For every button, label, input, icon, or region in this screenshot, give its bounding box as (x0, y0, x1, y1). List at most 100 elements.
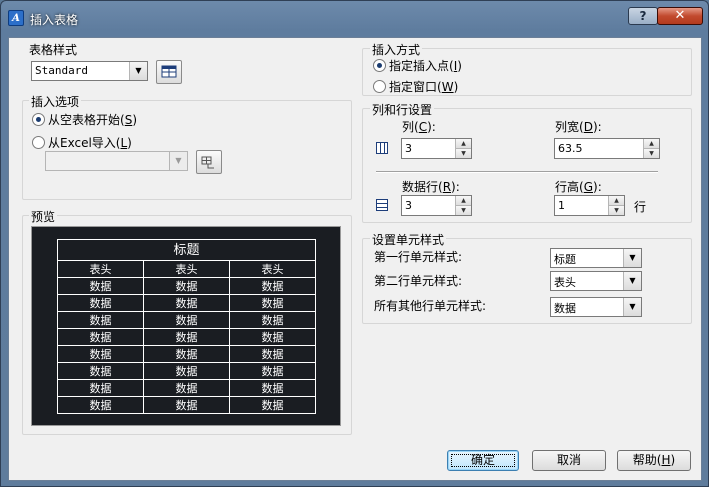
table-style-dialog-button[interactable] (156, 60, 182, 84)
spin-up-icon[interactable]: ▲ (455, 196, 471, 206)
preview-data-cell: 数据 (57, 294, 144, 312)
columns-label: 列 (402, 120, 415, 134)
preview-data-row: 数据 数据 数据 (57, 277, 316, 295)
spin-up-icon[interactable]: ▲ (643, 139, 659, 149)
window-title: 插入表格 (30, 13, 79, 27)
table-preview: 标题 表头 表头 表头 数据 数据 数据 数据 数据 数据 数据 数据 数据 数据 数据 数据 … (31, 226, 341, 426)
spin-down-icon[interactable]: ▼ (455, 206, 471, 215)
preview-data-cell: 数据 (143, 362, 230, 380)
preview-data-cell: 数据 (143, 294, 230, 312)
second-row-style-label: 第二行单元样式: (374, 274, 463, 288)
spin-down-icon[interactable]: ▼ (643, 149, 659, 158)
preview-data-cell: 数据 (229, 396, 316, 414)
radio-insert-point-label: 指定插入点 (389, 59, 450, 73)
table-style-label: 表格样式 (29, 43, 78, 57)
help-title-button[interactable]: ? (628, 7, 658, 25)
preview-data-row: 数据 数据 数据 (57, 345, 316, 363)
chevron-down-icon: ▼ (623, 298, 641, 316)
preview-data-cell: 数据 (229, 345, 316, 363)
radio-empty-table-indicator[interactable] (32, 113, 45, 126)
preview-data-cell: 数据 (57, 328, 144, 346)
radio-insert-window-key: W (441, 80, 454, 94)
radio-insert-point-key: I (453, 59, 458, 73)
row-height-label: 行高 (555, 180, 580, 194)
title-bar[interactable]: A 插入表格 ? ✕ (1, 1, 708, 37)
column-width-key: D (583, 120, 593, 134)
radio-from-excel-label: 从Excel导入 (48, 136, 116, 150)
help-button[interactable]: 帮助(H) (617, 450, 691, 471)
preview-data-cell: 数据 (57, 311, 144, 329)
spin-up-icon[interactable]: ▲ (608, 196, 624, 206)
row-height-spinner[interactable]: 1 ▲ ▼ (554, 195, 625, 216)
dialog-client: 表格样式 Standard ▼ 插入选项 从空表格开始(S) 从Excel导入(… (8, 37, 702, 481)
preview-data-cell: 数据 (57, 277, 144, 295)
preview-data-cell: 数据 (143, 379, 230, 397)
preview-title-cell: 标题 (57, 239, 316, 261)
preview-data-row: 数据 数据 数据 (57, 294, 316, 312)
preview-data-row: 数据 数据 数据 (57, 362, 316, 380)
preview-data-cell: 数据 (229, 294, 316, 312)
preview-data-cell: 数据 (57, 379, 144, 397)
cell-styles-label: 设置单元样式 (370, 231, 447, 248)
columns-spinner[interactable]: 3 ▲ ▼ (401, 138, 472, 159)
data-rows-label: 数据行 (402, 180, 439, 194)
chevron-down-icon: ▼ (169, 152, 187, 170)
preview-data-cell: 数据 (57, 362, 144, 380)
ok-button[interactable]: 确定 (447, 450, 519, 471)
preview-header-cell: 表头 (57, 260, 144, 278)
spin-up-icon[interactable]: ▲ (455, 139, 471, 149)
row-height-key: G (583, 180, 594, 194)
insert-method-label: 插入方式 (370, 41, 423, 58)
cancel-button-label: 取消 (556, 453, 581, 467)
column-width-value: 63.5 (558, 142, 583, 155)
column-width-label: 列宽 (555, 120, 580, 134)
preview-data-row: 数据 数据 数据 (57, 328, 316, 346)
help-button-key: H (661, 453, 671, 467)
second-row-style-select[interactable]: 表头 ▼ (550, 271, 642, 291)
insert-table-dialog: A 插入表格 ? ✕ 表格样式 Standard ▼ 插入选项 从空表格开始(S… (0, 0, 709, 487)
columns-value: 3 (405, 142, 412, 155)
data-link-icon (201, 156, 214, 169)
radio-empty-table-key: S (124, 113, 133, 127)
excel-link-button[interactable] (196, 150, 222, 174)
chevron-down-icon: ▼ (623, 249, 641, 267)
spin-down-icon[interactable]: ▼ (608, 206, 624, 215)
data-rows-spinner[interactable]: 3 ▲ ▼ (401, 195, 472, 216)
preview-label: 预览 (29, 208, 58, 225)
table-style-value: Standard (35, 64, 88, 77)
radio-insert-point-indicator[interactable] (373, 59, 386, 72)
spin-down-icon[interactable]: ▼ (455, 149, 471, 158)
preview-data-row: 数据 数据 数据 (57, 379, 316, 397)
preview-data-cell: 数据 (229, 277, 316, 295)
chevron-down-icon: ▼ (623, 272, 641, 290)
preview-header-cell: 表头 (229, 260, 316, 278)
table-style-select[interactable]: Standard ▼ (31, 61, 148, 81)
other-rows-style-label: 所有其他行单元样式: (374, 299, 487, 313)
rows-icon (376, 199, 388, 211)
preview-header-cell: 表头 (143, 260, 230, 278)
cancel-button[interactable]: 取消 (532, 450, 606, 471)
preview-data-cell: 数据 (229, 362, 316, 380)
columns-icon (376, 142, 388, 154)
data-rows-value: 3 (405, 199, 412, 212)
close-button[interactable]: ✕ (657, 7, 703, 25)
insert-options-label: 插入选项 (29, 93, 82, 110)
first-row-style-select[interactable]: 标题 ▼ (550, 248, 642, 268)
preview-data-cell: 数据 (229, 328, 316, 346)
preview-data-cell: 数据 (229, 379, 316, 397)
radio-from-excel-indicator[interactable] (32, 136, 45, 149)
column-width-spinner[interactable]: ▲ ▼ (643, 138, 660, 159)
first-row-style-label: 第一行单元样式: (374, 250, 463, 264)
help-button-label: 帮助 (632, 453, 657, 467)
preview-data-cell: 数据 (57, 396, 144, 414)
radio-insert-window-indicator[interactable] (373, 80, 386, 93)
other-rows-style-select[interactable]: 数据 ▼ (550, 297, 642, 317)
radio-insert-window-label: 指定窗口 (389, 80, 438, 94)
preview-data-row: 数据 数据 数据 (57, 396, 316, 414)
preview-table: 标题 表头 表头 表头 数据 数据 数据 数据 数据 数据 数据 数据 数据 数据 数据 数据 … (57, 239, 316, 414)
excel-source-select[interactable]: ▼ (45, 151, 188, 171)
rows-columns-divider (376, 171, 658, 173)
preview-data-cell: 数据 (143, 277, 230, 295)
table-style-icon (161, 65, 177, 78)
radio-from-excel-key: L (120, 136, 128, 150)
